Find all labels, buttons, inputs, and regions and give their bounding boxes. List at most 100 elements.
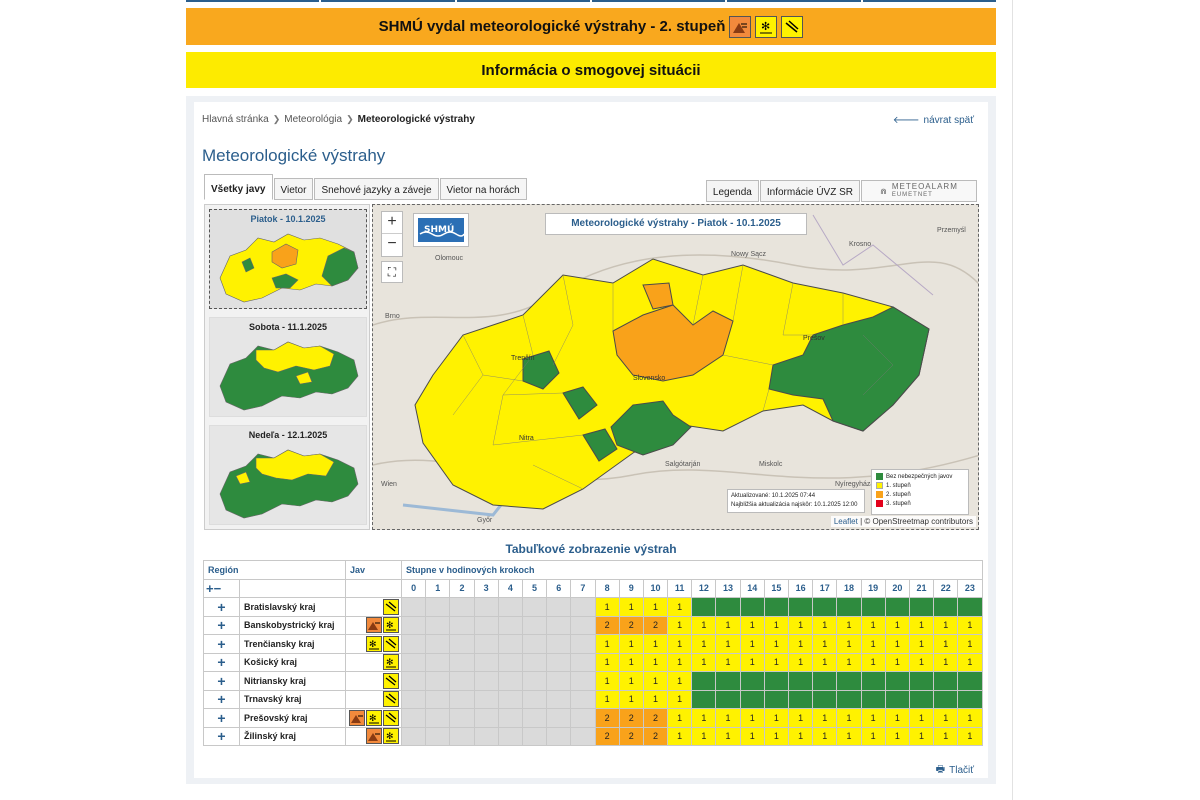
hour-cell <box>521 615 548 635</box>
hour-cell: 1 <box>594 634 620 654</box>
hour-cell <box>884 597 910 617</box>
hour-cell: 1 <box>884 726 910 746</box>
hour-header: 14 <box>739 578 765 598</box>
hour-header: 7 <box>570 578 596 598</box>
expand-all-button[interactable]: + <box>206 581 214 596</box>
region-name[interactable]: Prešovský kraj <box>239 708 346 728</box>
hour-cell: 1 <box>739 615 765 635</box>
print-link[interactable]: 🖶 Tlačiť <box>936 762 974 779</box>
meteoalarm-label: METEOALARM <box>891 182 958 191</box>
hour-cell: 1 <box>763 726 790 746</box>
hour-cell <box>521 634 548 654</box>
warning-banner[interactable]: SHMÚ vydal meteorologické výstrahy - 2. … <box>186 8 996 45</box>
hour-cell <box>908 597 935 617</box>
day-thumb-saturday[interactable]: Sobota - 11.1.2025 <box>209 317 367 417</box>
hour-cell: 1 <box>618 634 644 654</box>
warning-map[interactable]: + − ⛶ SHMÚ Meteorologické výstrahy - Pia… <box>372 204 979 530</box>
hour-cell <box>546 615 572 635</box>
hour-cell: 1 <box>667 689 693 709</box>
tab-uvz-info[interactable]: Informácie ÚVZ SR <box>759 180 860 202</box>
tab-all[interactable]: Všetky javy <box>204 174 273 200</box>
hour-cell: 2 <box>618 726 644 746</box>
hour-cell: 1 <box>884 708 910 728</box>
hour-cell <box>425 671 451 691</box>
tab-wind[interactable]: Vietor <box>273 178 314 200</box>
top-nav-strip <box>186 0 996 2</box>
hour-cell <box>400 634 427 654</box>
collapse-all-button[interactable]: − <box>214 581 222 596</box>
meteoalarm-link[interactable]: ⋒ METEOALARM EUMETNET <box>861 180 977 202</box>
hour-cell: 1 <box>763 634 790 654</box>
expand-row-button[interactable]: + <box>203 652 240 672</box>
region-name[interactable]: Žilinský kraj <box>239 726 346 746</box>
hour-cell: 1 <box>836 708 862 728</box>
hour-cell <box>473 615 499 635</box>
hour-cell <box>425 689 451 709</box>
hour-cell: 1 <box>667 671 693 691</box>
tab-legend[interactable]: Legenda <box>705 180 759 202</box>
back-link[interactable]: 🡐 návrat späť <box>893 114 974 127</box>
right-tabs: Legenda Informácie ÚVZ SR ⋒ METEOALARM EU… <box>705 180 978 202</box>
hour-cell <box>473 671 499 691</box>
expand-row-button[interactable]: + <box>203 634 240 654</box>
zoom-out-button[interactable]: − <box>382 234 402 256</box>
snow-drift-icon: ✻ <box>366 709 382 726</box>
region-name[interactable]: Trnavský kraj <box>239 689 346 709</box>
place-label: Przemyśl <box>937 227 966 234</box>
expand-row-button[interactable]: + <box>203 671 240 691</box>
expand-row-button[interactable]: + <box>203 708 240 728</box>
fullscreen-icon[interactable]: ⛶ <box>381 261 403 283</box>
region-name[interactable]: Nitriansky kraj <box>239 671 346 691</box>
tab-mountain-wind[interactable]: Vietor na horách <box>439 178 527 200</box>
hour-cell <box>715 689 741 709</box>
hour-cell: 1 <box>618 671 644 691</box>
chevron-right-icon: ❯ <box>346 114 354 124</box>
expand-row-button[interactable]: + <box>203 689 240 709</box>
hour-cell: 1 <box>933 615 959 635</box>
hour-cell <box>933 597 959 617</box>
phenomenon-icons <box>345 671 402 691</box>
breadcrumb-meteorology[interactable]: Meteorológia <box>284 114 342 125</box>
hour-cell: 1 <box>739 726 765 746</box>
table-row: + Trnavský kraj 1 1 1 1 <box>203 689 983 709</box>
hour-cell: 1 <box>763 708 790 728</box>
map-legend: Bez nebezpečných javov 1. stupeň 2. stup… <box>871 469 969 515</box>
hour-cell <box>497 671 523 691</box>
hour-cell: 1 <box>763 615 790 635</box>
snow-drift-icon: ✻ <box>366 635 382 652</box>
hour-cell: 1 <box>957 634 983 654</box>
hour-cell: 2 <box>642 615 669 635</box>
breadcrumb-home[interactable]: Hlavná stránka <box>202 114 269 125</box>
expand-row-button[interactable]: + <box>203 597 240 617</box>
leaflet-link[interactable]: Leaflet <box>834 517 858 526</box>
region-name[interactable]: Banskobystrický kraj <box>239 615 346 635</box>
hour-header: 20 <box>884 578 910 598</box>
hour-cell: 1 <box>812 615 838 635</box>
tab-snow-drifts[interactable]: Snehové jazyky a záveje <box>314 178 439 200</box>
region-name[interactable]: Bratislavský kraj <box>239 597 346 617</box>
print-label: Tlačiť <box>949 765 974 776</box>
day-thumb-friday[interactable]: Piatok - 10.1.2025 <box>209 209 367 309</box>
hour-cell <box>521 689 548 709</box>
snow-drift-icon: ✻ <box>383 728 399 745</box>
hour-header: 16 <box>787 578 814 598</box>
hour-cell <box>425 652 451 672</box>
next-update-text: Najbližšia aktualizácia najskôr: 10.1.20… <box>731 502 858 508</box>
hour-header: 18 <box>836 578 862 598</box>
smog-banner[interactable]: Informácia o smogovej situácii <box>186 52 996 88</box>
zoom-in-button[interactable]: + <box>382 212 402 234</box>
hour-cell: 1 <box>642 597 669 617</box>
hour-cell <box>884 671 910 691</box>
hour-cell <box>763 597 790 617</box>
region-name[interactable]: Košický kraj <box>239 652 346 672</box>
hour-cell <box>400 726 427 746</box>
mountain-wind-icon <box>366 617 382 634</box>
expand-row-button[interactable]: + <box>203 615 240 635</box>
phenomenon-icons: ✻ <box>345 634 402 654</box>
hour-cell <box>570 634 596 654</box>
expand-row-button[interactable]: + <box>203 726 240 746</box>
hour-cell <box>787 671 814 691</box>
region-name[interactable]: Trenčiansky kraj <box>239 634 346 654</box>
place-label: Krosno <box>849 241 872 248</box>
day-thumb-sunday[interactable]: Nedeľa - 12.1.2025 <box>209 425 367 525</box>
